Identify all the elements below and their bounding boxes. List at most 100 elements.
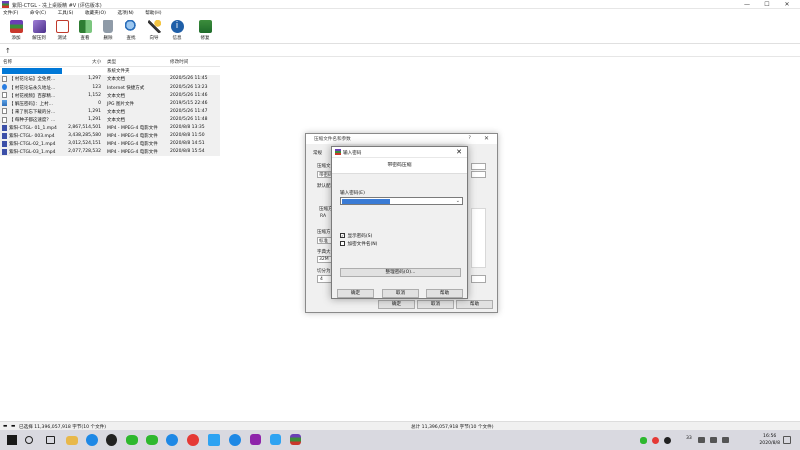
- edge-browser-icon[interactable]: [86, 434, 98, 446]
- menu-options[interactable]: 选项(N): [117, 9, 133, 18]
- menu-tools[interactable]: 工具(S): [58, 9, 74, 18]
- up-folder-icon[interactable]: ↑: [5, 47, 11, 55]
- menu-bar: 文件(F) 命令(C) 工具(S) 收藏夹(O) 选项(N) 帮助(H): [0, 9, 800, 18]
- password-dialog: 输入密码 ✕ 带密码压缩 输入密码(E) ⌄ ✓ 显示密码(S) 加密文件名(N…: [331, 146, 468, 299]
- browser-icon[interactable]: [166, 434, 178, 446]
- file-row[interactable]: 【 来了别忘下载的分... 1,291 文本文档 2020/5/26 11:47: [0, 107, 220, 116]
- toolbar-extract-button[interactable]: 解压到: [28, 20, 50, 44]
- file-row[interactable]: 紫阳-CTGL- 01_1.mp4 2,867,514,501 MP4 - MP…: [0, 123, 220, 132]
- password-ok-button[interactable]: 确定: [337, 289, 374, 298]
- toolbar-repair-button[interactable]: 修复: [194, 20, 216, 44]
- maximize-button[interactable]: ☐: [758, 0, 776, 9]
- menu-help[interactable]: 帮助(H): [145, 9, 161, 18]
- file-row-parent-folder[interactable]: 系统文件夹: [0, 67, 220, 76]
- premiere-icon[interactable]: [250, 434, 261, 445]
- file-row[interactable]: 【 村花论坛】全免费... 1,297 文本文档 2020/5/26 11:45: [0, 75, 220, 84]
- file-row[interactable]: 紫阳-CTGL- 003.mp4 3,438,285,580 MP4 - MPE…: [0, 131, 220, 140]
- find-icon: [124, 20, 138, 33]
- toolbar-add-button[interactable]: 添加: [5, 20, 27, 44]
- netease-music-icon[interactable]: [187, 434, 199, 446]
- file-type: MP4 - MPEG-4 电影文件: [107, 126, 158, 132]
- help-question-icon[interactable]: ?: [469, 136, 471, 141]
- archive-params-ok-button[interactable]: 确定: [378, 300, 415, 309]
- delete-icon: [103, 20, 113, 33]
- tray-battery-icon[interactable]: [698, 437, 705, 443]
- qq-icon[interactable]: [106, 434, 117, 446]
- file-modified: 2020/8/8 15:54: [170, 149, 205, 155]
- file-row[interactable]: 【 解压密码】：上村... 0 JPG 图片文件 2019/5/15 22:46: [0, 99, 220, 108]
- browse-fragment[interactable]: [471, 163, 486, 170]
- text-file-icon: [2, 116, 7, 123]
- tray-red-icon[interactable]: [652, 437, 659, 444]
- column-size[interactable]: 大小: [92, 59, 101, 65]
- format-rar-radio[interactable]: RA: [320, 214, 326, 219]
- column-modified[interactable]: 修改时间: [170, 59, 188, 65]
- file-row[interactable]: 紫阳-CTGL-02_1.mp4 3,012,524,151 MP4 - MPE…: [0, 139, 220, 148]
- split-unit-select[interactable]: [471, 275, 486, 283]
- close-button[interactable]: ✕: [778, 0, 796, 9]
- column-name[interactable]: 名称: [3, 59, 12, 65]
- start-windows-icon[interactable]: [7, 435, 17, 445]
- password-dialog-close-button[interactable]: ✕: [456, 148, 462, 156]
- wechat-icon-2[interactable]: [146, 435, 158, 445]
- file-name: 紫阳-CTGL- 003.mp4: [9, 134, 55, 140]
- tray-wechat-icon[interactable]: [640, 437, 647, 444]
- tray-volume-icon[interactable]: [722, 437, 729, 443]
- file-size: 2,077,728,532: [68, 149, 101, 155]
- info-icon: i: [170, 20, 184, 33]
- toolbar-test-label: 测试: [57, 36, 67, 41]
- toolbar-test-button[interactable]: 测试: [51, 20, 73, 44]
- edge-icon-2[interactable]: [229, 434, 241, 446]
- wechat-icon[interactable]: [126, 435, 138, 445]
- search-icon[interactable]: [25, 436, 33, 444]
- file-row[interactable]: 【 村花视频】百部精... 1,152 文本文档 2020/5/26 11:46: [0, 91, 220, 100]
- file-size: 3,438,285,580: [68, 133, 101, 139]
- toolbar-info-button[interactable]: i 信息: [166, 20, 188, 44]
- menu-favorites[interactable]: 收藏夹(O): [85, 9, 106, 18]
- toolbar: 添加 解压到 测试 查看 删除 查找 向导 i 信息 修复: [0, 18, 800, 44]
- tray-qq-icon[interactable]: [664, 437, 671, 444]
- file-modified: 2020/8/8 11:50: [170, 133, 205, 139]
- file-modified: 2020/5/26 13:23: [170, 84, 208, 90]
- app-icon-cyan[interactable]: [270, 434, 281, 445]
- notifications-icon[interactable]: [783, 436, 791, 444]
- wizard-icon: [147, 20, 161, 33]
- menu-file[interactable]: 文件(F): [3, 9, 18, 18]
- password-cancel-button[interactable]: 取消: [382, 289, 419, 298]
- toolbar-wizard-button[interactable]: 向导: [143, 20, 165, 44]
- tray-wifi-icon[interactable]: [710, 437, 717, 443]
- column-type[interactable]: 类型: [107, 59, 116, 65]
- task-view-icon[interactable]: [46, 436, 55, 444]
- toolbar-view-button[interactable]: 查看: [74, 20, 96, 44]
- toolbar-delete-button[interactable]: 删除: [97, 20, 119, 44]
- minimize-button[interactable]: —: [738, 0, 756, 9]
- archive-params-help-button[interactable]: 帮助: [456, 300, 493, 309]
- chevron-down-icon[interactable]: ⌄: [456, 198, 460, 204]
- password-input[interactable]: ⌄: [340, 197, 463, 205]
- winrar-taskbar-icon[interactable]: [290, 434, 301, 445]
- update-mode-select[interactable]: [471, 171, 486, 178]
- show-password-checkbox[interactable]: ✓ 显示密码(S): [340, 233, 372, 239]
- view-icon: [78, 20, 92, 33]
- file-explorer-icon[interactable]: [66, 436, 78, 445]
- toolbar-add-label: 添加: [11, 36, 21, 41]
- toolbar-info-label: 信息: [172, 36, 182, 41]
- app-icon-blue[interactable]: [208, 434, 220, 446]
- file-size: 123: [92, 84, 101, 90]
- file-row[interactable]: 【 每种子都这速度？... 1,291 文本文档 2020/5/26 11:48: [0, 115, 220, 124]
- video-file-icon: [2, 148, 7, 155]
- password-dialog-title-bar: 输入密码 ✕: [332, 147, 467, 158]
- file-row[interactable]: 紫阳-CTGL-03_1.mp4 2,077,728,532 MP4 - MPE…: [0, 147, 220, 157]
- password-help-button[interactable]: 帮助: [426, 289, 463, 298]
- archive-params-close-button[interactable]: ✕: [484, 135, 489, 142]
- encrypt-filenames-checkbox[interactable]: 加密文件名(N): [340, 241, 377, 247]
- window-title: 紫阳-CTGL - 冼上桌版精 #V (评估版本): [12, 3, 102, 9]
- taskbar-clock[interactable]: 16:56 2020/8/8: [759, 433, 780, 447]
- file-row[interactable]: 【 村花论坛永久地址... 123 Internet 快捷方式 2020/5/2…: [0, 83, 220, 92]
- toolbar-find-button[interactable]: 查找: [120, 20, 142, 44]
- archive-params-cancel-button[interactable]: 取消: [417, 300, 454, 309]
- menu-commands[interactable]: 命令(C): [30, 9, 46, 18]
- tab-general[interactable]: 常规: [313, 150, 322, 156]
- archive-options-fragment: [471, 208, 486, 268]
- organize-passwords-button[interactable]: 整理密码(O)...: [340, 268, 461, 277]
